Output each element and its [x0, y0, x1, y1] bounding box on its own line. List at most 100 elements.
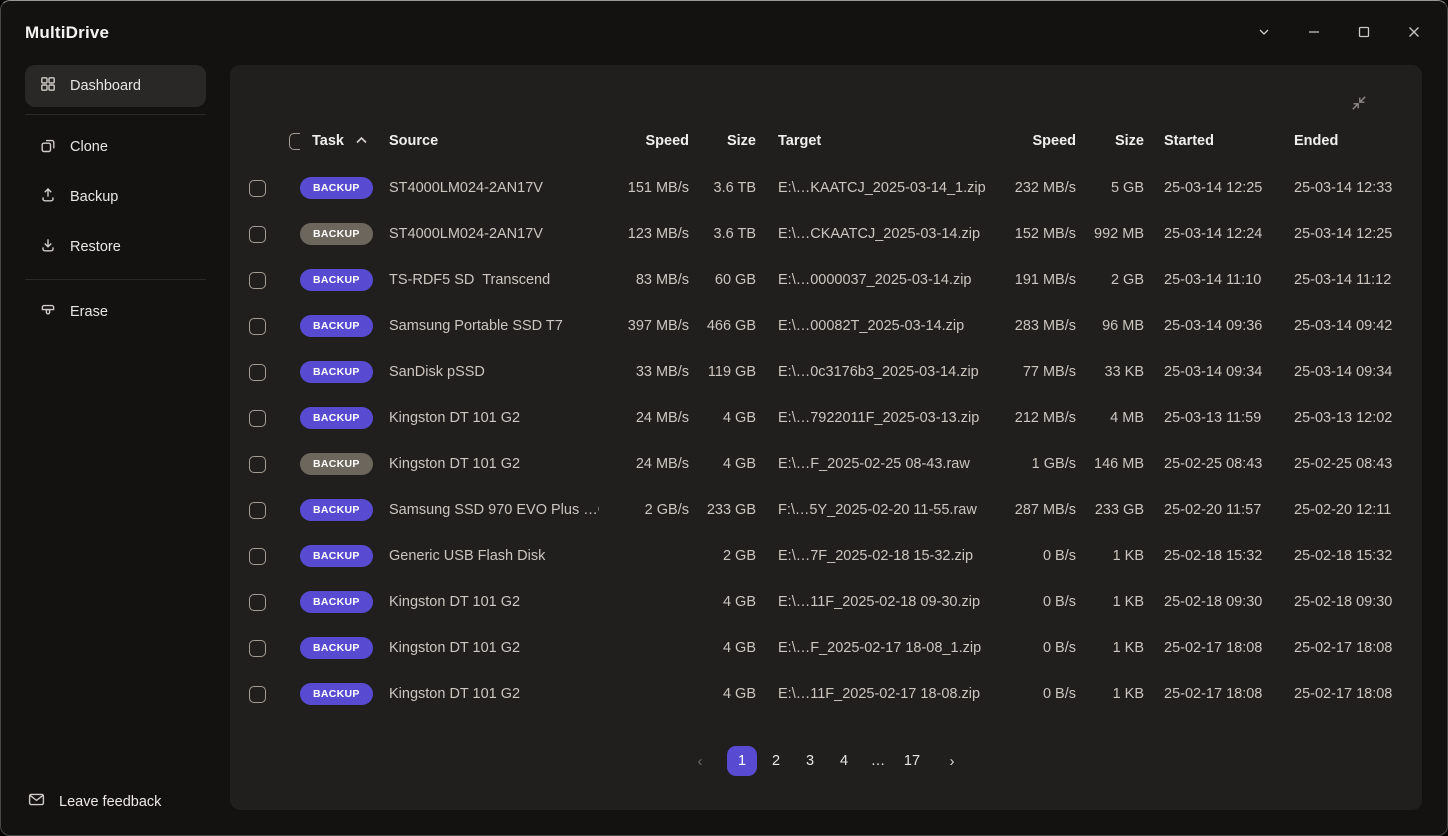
- row-target-speed: 152 MB/s: [992, 226, 1076, 242]
- column-ended[interactable]: Ended: [1274, 133, 1422, 149]
- row-target-size: 233 GB: [1076, 502, 1144, 518]
- pagination-pages: 1234…17: [727, 746, 927, 776]
- pagination-page-17[interactable]: 17: [897, 746, 927, 776]
- row-checkbox[interactable]: [249, 686, 266, 703]
- task-badge: BACKUP: [300, 361, 373, 383]
- row-checkbox[interactable]: [249, 364, 266, 381]
- download-icon: [39, 236, 57, 258]
- column-started[interactable]: Started: [1144, 133, 1274, 149]
- table-row[interactable]: BACKUP Samsung SSD 970 EVO Plus …GB 2 GB…: [230, 487, 1422, 533]
- pagination-page-1[interactable]: 1: [727, 746, 757, 776]
- row-target-size: 1 KB: [1076, 594, 1144, 610]
- minimize-button[interactable]: [1289, 1, 1339, 65]
- collapse-panel-button[interactable]: [1346, 91, 1372, 117]
- column-task-sort[interactable]: Task: [300, 133, 389, 149]
- column-target[interactable]: Target: [756, 133, 992, 149]
- table-row[interactable]: BACKUP Kingston DT 101 G2 4 GB E:\…F_202…: [230, 625, 1422, 671]
- row-ended: 25-02-25 08:43: [1274, 456, 1422, 472]
- sidebar-item-erase[interactable]: Erase: [25, 293, 122, 331]
- row-checkbox[interactable]: [249, 180, 266, 197]
- row-checkbox[interactable]: [249, 548, 266, 565]
- sidebar-divider: [25, 279, 206, 280]
- column-target-speed[interactable]: Speed: [992, 133, 1076, 149]
- row-source-size: 119 GB: [689, 364, 756, 380]
- select-all-checkbox[interactable]: [289, 133, 300, 150]
- table-row[interactable]: BACKUP SanDisk pSSD 33 MB/s 119 GB E:\…0…: [230, 349, 1422, 395]
- row-checkbox[interactable]: [249, 640, 266, 657]
- row-source-size: 4 GB: [689, 640, 756, 656]
- table-row[interactable]: BACKUP Generic USB Flash Disk 2 GB E:\…7…: [230, 533, 1422, 579]
- menu-button[interactable]: [1239, 1, 1289, 65]
- row-checkbox[interactable]: [249, 410, 266, 427]
- content-panel: Task Source Speed Size Target Speed Size…: [230, 65, 1422, 810]
- row-checkbox[interactable]: [249, 272, 266, 289]
- row-target-speed: 191 MB/s: [992, 272, 1076, 288]
- row-checkbox[interactable]: [249, 502, 266, 519]
- task-badge: BACKUP: [300, 591, 373, 613]
- row-started: 25-02-17 18:08: [1144, 686, 1274, 702]
- task-badge: BACKUP: [300, 453, 373, 475]
- column-size[interactable]: Size: [689, 133, 756, 149]
- row-checkbox[interactable]: [249, 456, 266, 473]
- row-started: 25-02-25 08:43: [1144, 456, 1274, 472]
- row-target-size: 146 MB: [1076, 456, 1144, 472]
- column-target-size[interactable]: Size: [1076, 133, 1144, 149]
- table-row[interactable]: BACKUP TS-RDF5 SD Transcend 83 MB/s 60 G…: [230, 257, 1422, 303]
- table-row[interactable]: BACKUP Kingston DT 101 G2 24 MB/s 4 GB E…: [230, 395, 1422, 441]
- table-row[interactable]: BACKUP Kingston DT 101 G2 4 GB E:\…11F_2…: [230, 671, 1422, 717]
- maximize-button[interactable]: [1339, 1, 1389, 65]
- collapse-icon: [1349, 93, 1369, 116]
- table-row[interactable]: BACKUP Samsung Portable SSD T7 397 MB/s …: [230, 303, 1422, 349]
- column-speed[interactable]: Speed: [599, 133, 689, 149]
- pagination-next-button[interactable]: ›: [937, 746, 967, 776]
- task-badge: BACKUP: [300, 683, 373, 705]
- pagination-prev-button[interactable]: ‹: [685, 746, 715, 776]
- column-task-label: Task: [312, 133, 344, 149]
- row-source-size: 233 GB: [689, 502, 756, 518]
- row-ended: 25-02-18 15:32: [1274, 548, 1422, 564]
- task-badge: BACKUP: [300, 545, 373, 567]
- sidebar-item-label: Restore: [70, 239, 121, 255]
- sidebar-item-backup[interactable]: Backup: [25, 178, 132, 216]
- row-source-size: 2 GB: [689, 548, 756, 564]
- sidebar-item-dashboard[interactable]: Dashboard: [25, 65, 206, 107]
- row-target: E:\…F_2025-02-17 18-08_1.zip: [756, 640, 992, 656]
- row-source-speed: 24 MB/s: [599, 410, 689, 426]
- upload-icon: [39, 186, 57, 208]
- row-checkbox[interactable]: [249, 226, 266, 243]
- sidebar-item-restore[interactable]: Restore: [25, 228, 135, 266]
- row-ended: 25-03-14 09:42: [1274, 318, 1422, 334]
- pagination-page-2[interactable]: 2: [761, 746, 791, 776]
- app-window: MultiDrive Dashboard: [0, 0, 1448, 836]
- row-target-size: 1 KB: [1076, 548, 1144, 564]
- row-target: E:\…11F_2025-02-18 09-30.zip: [756, 594, 992, 610]
- column-source[interactable]: Source: [389, 133, 599, 149]
- sidebar-item-label: Dashboard: [70, 78, 141, 94]
- row-target-speed: 1 GB/s: [992, 456, 1076, 472]
- table-row[interactable]: BACKUP ST4000LM024-2AN17V 123 MB/s 3.6 T…: [230, 211, 1422, 257]
- close-button[interactable]: [1389, 1, 1439, 65]
- row-checkbox[interactable]: [249, 318, 266, 335]
- table-row[interactable]: BACKUP Kingston DT 101 G2 24 MB/s 4 GB E…: [230, 441, 1422, 487]
- sidebar-item-clone[interactable]: Clone: [25, 128, 122, 166]
- row-target: E:\…7922011F_2025-03-13.zip: [756, 410, 992, 426]
- row-target-speed: 283 MB/s: [992, 318, 1076, 334]
- leave-feedback-button[interactable]: Leave feedback: [27, 790, 206, 813]
- table-row[interactable]: BACKUP ST4000LM024-2AN17V 151 MB/s 3.6 T…: [230, 165, 1422, 211]
- row-ended: 25-03-13 12:02: [1274, 410, 1422, 426]
- table-header: Task Source Speed Size Target Speed Size…: [230, 126, 1422, 156]
- task-badge: BACKUP: [300, 407, 373, 429]
- row-target: E:\…KAATCJ_2025-03-14_1.zip: [756, 180, 992, 196]
- row-checkbox[interactable]: [249, 594, 266, 611]
- table-row[interactable]: BACKUP Kingston DT 101 G2 4 GB E:\…11F_2…: [230, 579, 1422, 625]
- row-source: Generic USB Flash Disk: [389, 548, 599, 564]
- pagination-page-4[interactable]: 4: [829, 746, 859, 776]
- row-target-size: 33 KB: [1076, 364, 1144, 380]
- row-started: 25-03-14 12:24: [1144, 226, 1274, 242]
- row-target-size: 5 GB: [1076, 180, 1144, 196]
- row-source-size: 466 GB: [689, 318, 756, 334]
- row-source-speed: 123 MB/s: [599, 226, 689, 242]
- chevron-down-icon: [1257, 25, 1271, 42]
- pagination-page-3[interactable]: 3: [795, 746, 825, 776]
- row-target-speed: 77 MB/s: [992, 364, 1076, 380]
